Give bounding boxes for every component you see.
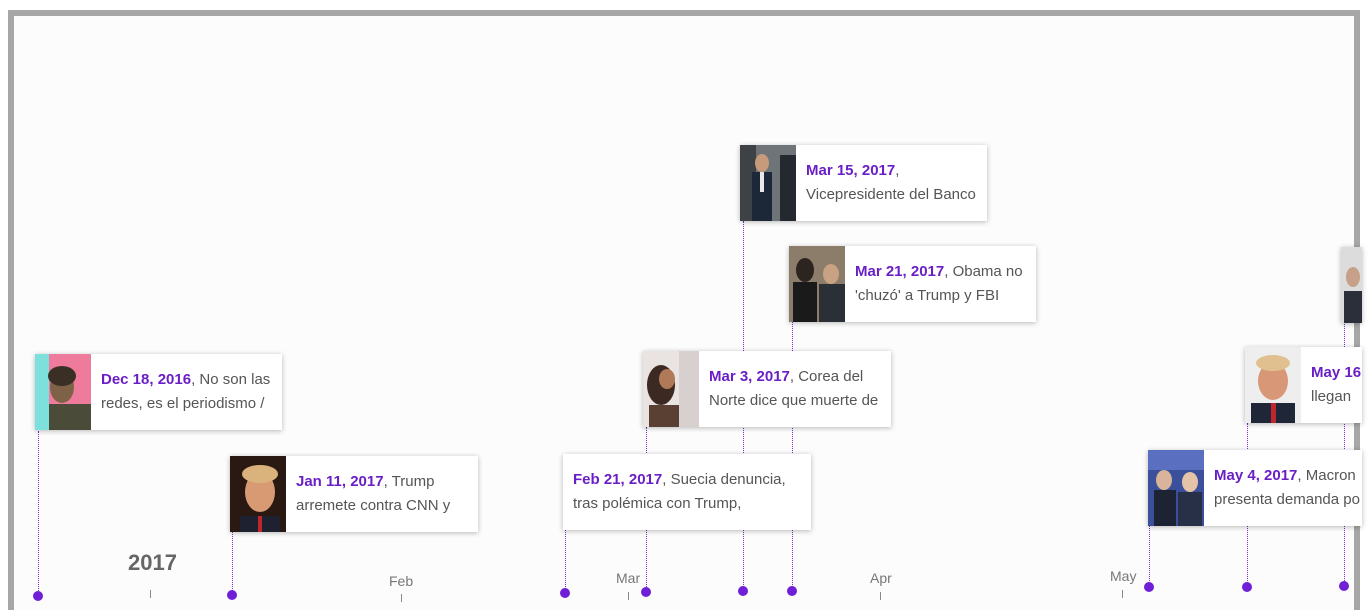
event-stem bbox=[232, 531, 233, 593]
event-card[interactable]: May 16 llegan bbox=[1245, 347, 1362, 423]
event-stem bbox=[1149, 525, 1150, 587]
event-card[interactable]: Mar 21, 2017, Obama no 'chuzó' a Trump y … bbox=[789, 246, 1036, 322]
event-headline-cont: 'chuzó' a Trump y FBI bbox=[855, 287, 1000, 304]
event-date: Dec 18, 2016 bbox=[101, 371, 192, 388]
event-headline-cont: tras polémica con Trump, bbox=[573, 495, 742, 512]
month-label-apr: Apr bbox=[870, 570, 892, 586]
man-in-suit-icon bbox=[740, 145, 796, 221]
event-date: Mar 3, 2017 bbox=[709, 368, 790, 385]
axis-tick bbox=[401, 594, 402, 602]
axis-tick bbox=[628, 592, 629, 600]
axis-tick bbox=[150, 590, 151, 598]
event-headline: , Trump bbox=[383, 473, 435, 490]
event-date: Mar 21, 2017 bbox=[855, 263, 945, 280]
month-label-mar: Mar bbox=[616, 570, 641, 586]
event-marker[interactable] bbox=[641, 587, 651, 597]
event-card[interactable]: May 4, 2017, Macron presenta demanda po bbox=[1148, 450, 1362, 526]
trump-portrait-icon bbox=[230, 456, 286, 532]
event-headline: , bbox=[895, 162, 900, 179]
event-marker[interactable] bbox=[1144, 582, 1154, 592]
event-marker[interactable] bbox=[227, 590, 237, 600]
month-label-feb: Feb bbox=[389, 573, 414, 589]
event-date: Jan 11, 2017 bbox=[296, 473, 384, 490]
event-headline: , Corea del bbox=[789, 368, 864, 385]
event-headline: , Macron bbox=[1297, 467, 1356, 484]
two-people-icon bbox=[1148, 450, 1204, 526]
year-label: 2017 bbox=[128, 550, 177, 575]
event-headline: , Suecia denuncia, bbox=[662, 471, 786, 488]
trump-portrait-icon bbox=[1245, 347, 1301, 423]
event-headline-cont: Norte dice que muerte de bbox=[709, 392, 879, 409]
event-marker[interactable] bbox=[787, 586, 797, 596]
person-portrait-icon bbox=[1341, 247, 1362, 323]
event-card[interactable]: Feb 21, 2017, Suecia denuncia, tras polém… bbox=[563, 454, 811, 530]
event-headline: , Obama no bbox=[944, 263, 1023, 280]
event-marker[interactable] bbox=[33, 591, 43, 601]
event-card-partial[interactable] bbox=[1341, 247, 1362, 323]
timeline-canvas: 2017 Feb Mar Apr May Dec 18, 2016, No so… bbox=[0, 0, 1368, 603]
event-card[interactable]: Jan 11, 2017, Trump arremete contra CNN y bbox=[230, 456, 478, 532]
event-marker[interactable] bbox=[1242, 582, 1252, 592]
event-headline-cont: presenta demanda po bbox=[1214, 491, 1360, 508]
event-headline-cont: redes, es el periodismo / bbox=[101, 395, 265, 412]
event-marker[interactable] bbox=[1339, 581, 1349, 591]
event-headline: , No son las bbox=[191, 371, 271, 388]
month-label-may: May bbox=[1110, 568, 1137, 584]
woman-portrait-icon bbox=[35, 354, 91, 430]
group-photo-icon bbox=[789, 246, 845, 322]
event-marker[interactable] bbox=[738, 586, 748, 596]
person-portrait-icon bbox=[643, 351, 699, 427]
event-date: Mar 15, 2017 bbox=[806, 162, 896, 179]
event-card[interactable]: Mar 15, 2017, Vicepresidente del Banco bbox=[740, 145, 987, 221]
event-marker[interactable] bbox=[560, 588, 570, 598]
event-headline-cont: llegan bbox=[1311, 388, 1352, 405]
event-date: May 16 bbox=[1311, 364, 1362, 381]
event-stem bbox=[38, 431, 39, 593]
event-card[interactable]: Mar 3, 2017, Corea del Norte dice que mue… bbox=[643, 351, 891, 427]
event-date: May 4, 2017 bbox=[1214, 467, 1298, 484]
axis-tick bbox=[880, 592, 881, 600]
axis-tick bbox=[1122, 590, 1123, 598]
event-card[interactable]: Dec 18, 2016, No son las redes, es el per… bbox=[35, 354, 282, 430]
event-date: Feb 21, 2017 bbox=[573, 471, 663, 488]
event-headline-cont: Vicepresidente del Banco bbox=[806, 186, 976, 203]
event-stem bbox=[565, 529, 566, 591]
event-headline-cont: arremete contra CNN y bbox=[296, 497, 451, 514]
